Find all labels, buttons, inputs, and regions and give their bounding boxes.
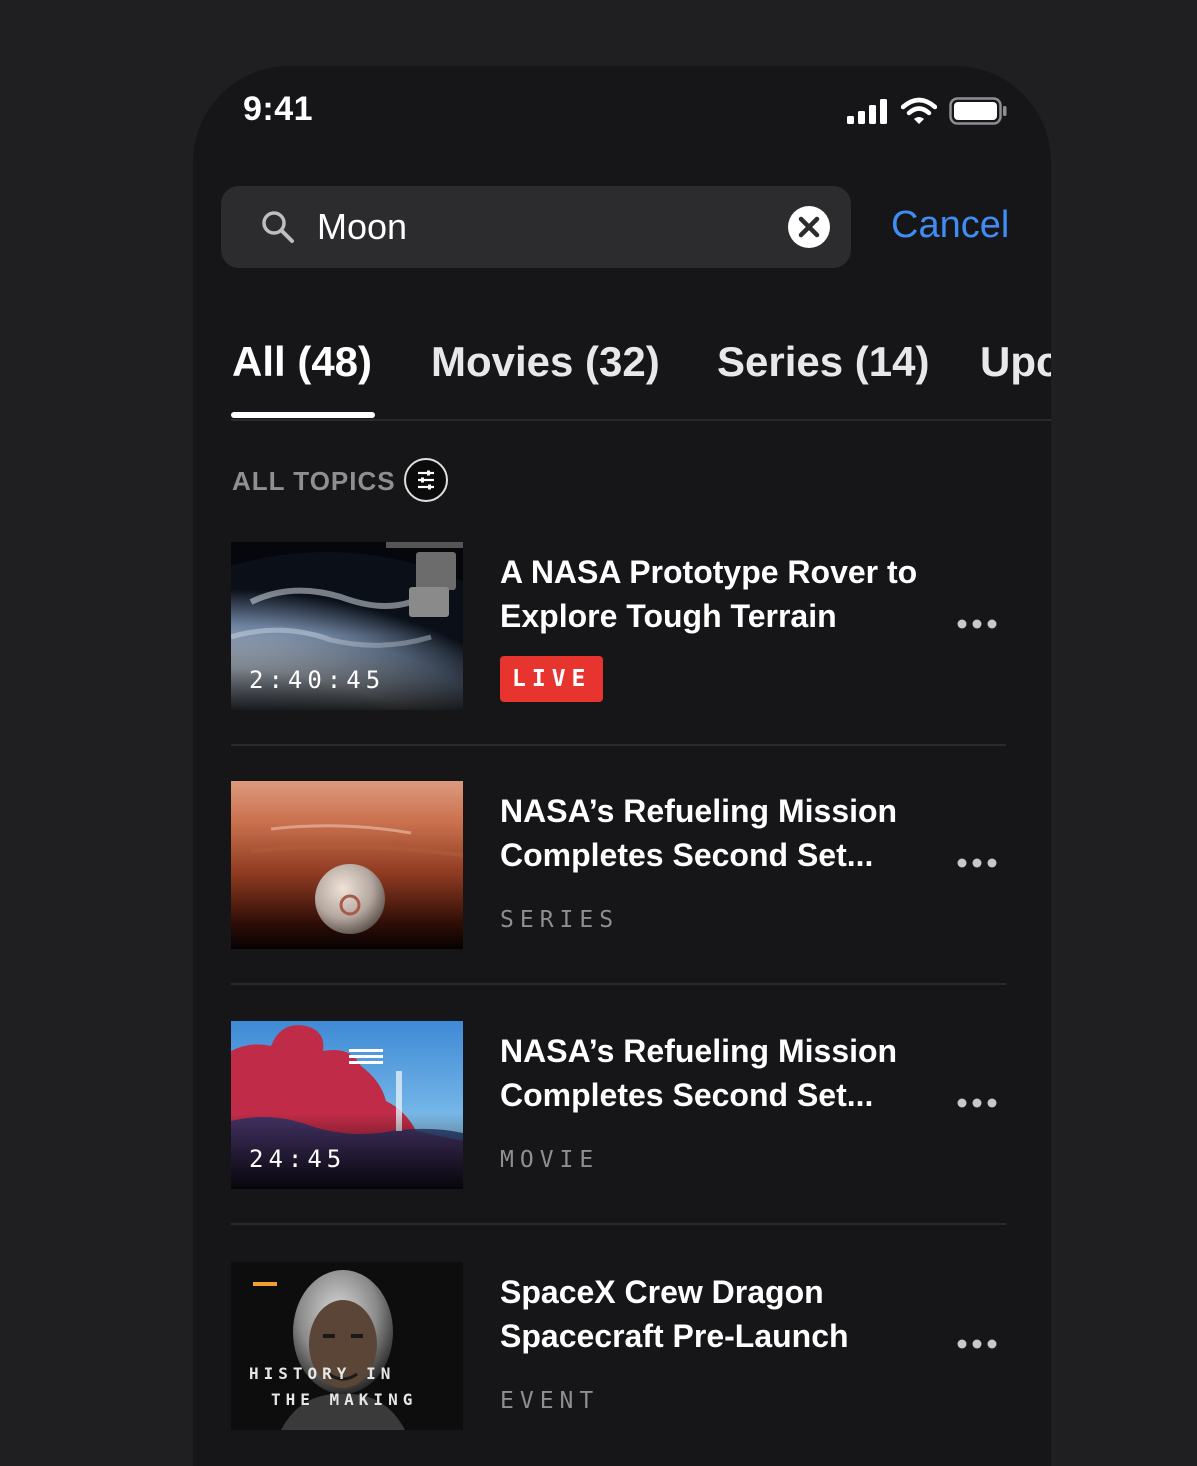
result-title: NASA’s Refueling Mission Completes Secon… <box>500 793 898 873</box>
thumbnail-launch: 24:45 <box>231 1021 463 1189</box>
duration-label: 24:45 <box>249 1145 347 1173</box>
battery-icon <box>949 97 1007 125</box>
list-item[interactable]: 24:45 NASA’s Refueling Mission Completes… <box>231 1021 1006 1261</box>
status-time: 9:41 <box>243 90 314 128</box>
row-divider <box>231 983 1006 985</box>
more-options-icon[interactable] <box>957 616 997 632</box>
thumbnail-mars <box>231 781 463 949</box>
more-options-icon[interactable] <box>957 1095 997 1111</box>
wifi-icon <box>901 97 937 124</box>
more-options-icon[interactable] <box>957 1336 997 1352</box>
list-item[interactable]: NASA’s Refueling Mission Completes Secon… <box>231 781 1006 1021</box>
phone-screen: 9:41 Cancel All ( <box>193 66 1051 1466</box>
result-type: MOVIE <box>500 1147 600 1173</box>
list-item[interactable]: HISTORY IN THE MAKING SpaceX Crew Dragon… <box>231 1262 1006 1466</box>
tab-upcoming[interactable]: Upc <box>980 338 1051 386</box>
list-item[interactable]: 2:40:45 A NASA Prototype Rover to Explor… <box>231 542 1006 782</box>
thumbnail-caption-line-1: HISTORY IN <box>249 1364 396 1383</box>
cellular-signal-icon <box>847 99 887 124</box>
tab-series[interactable]: Series (14) <box>717 338 929 386</box>
more-options-icon[interactable] <box>957 855 997 871</box>
active-tab-indicator <box>231 412 375 418</box>
live-badge: LIVE <box>500 656 604 702</box>
tab-all[interactable]: All (48) <box>232 338 372 386</box>
thumbnail-astronaut: HISTORY IN THE MAKING <box>231 1262 463 1430</box>
result-title: NASA’s Refueling Mission Completes Secon… <box>500 1033 898 1113</box>
result-title: A NASA Prototype Rover to Explore Tough … <box>500 554 918 634</box>
search-bar <box>221 186 851 268</box>
tab-divider <box>231 419 1051 421</box>
duration-label: 2:40:45 <box>249 666 386 694</box>
result-title: SpaceX Crew Dragon Spacecraft Pre-Launch <box>500 1274 849 1354</box>
topics-label: ALL TOPICS <box>232 466 396 496</box>
cancel-button[interactable]: Cancel <box>891 204 1009 247</box>
thumbnail-earth: 2:40:45 <box>231 542 463 710</box>
row-divider <box>231 1223 1006 1225</box>
tab-movies[interactable]: Movies (32) <box>431 338 660 386</box>
row-divider <box>231 744 1006 746</box>
mars-image <box>231 781 463 949</box>
search-input[interactable] <box>317 202 747 252</box>
clear-search-icon[interactable] <box>788 206 830 248</box>
thumbnail-caption-line-2: THE MAKING <box>271 1390 418 1409</box>
filter-button[interactable] <box>404 458 448 502</box>
search-icon <box>262 211 294 243</box>
status-icons <box>847 96 1007 126</box>
sliders-icon <box>418 470 434 490</box>
result-type: SERIES <box>500 907 620 933</box>
result-type: EVENT <box>500 1388 600 1414</box>
